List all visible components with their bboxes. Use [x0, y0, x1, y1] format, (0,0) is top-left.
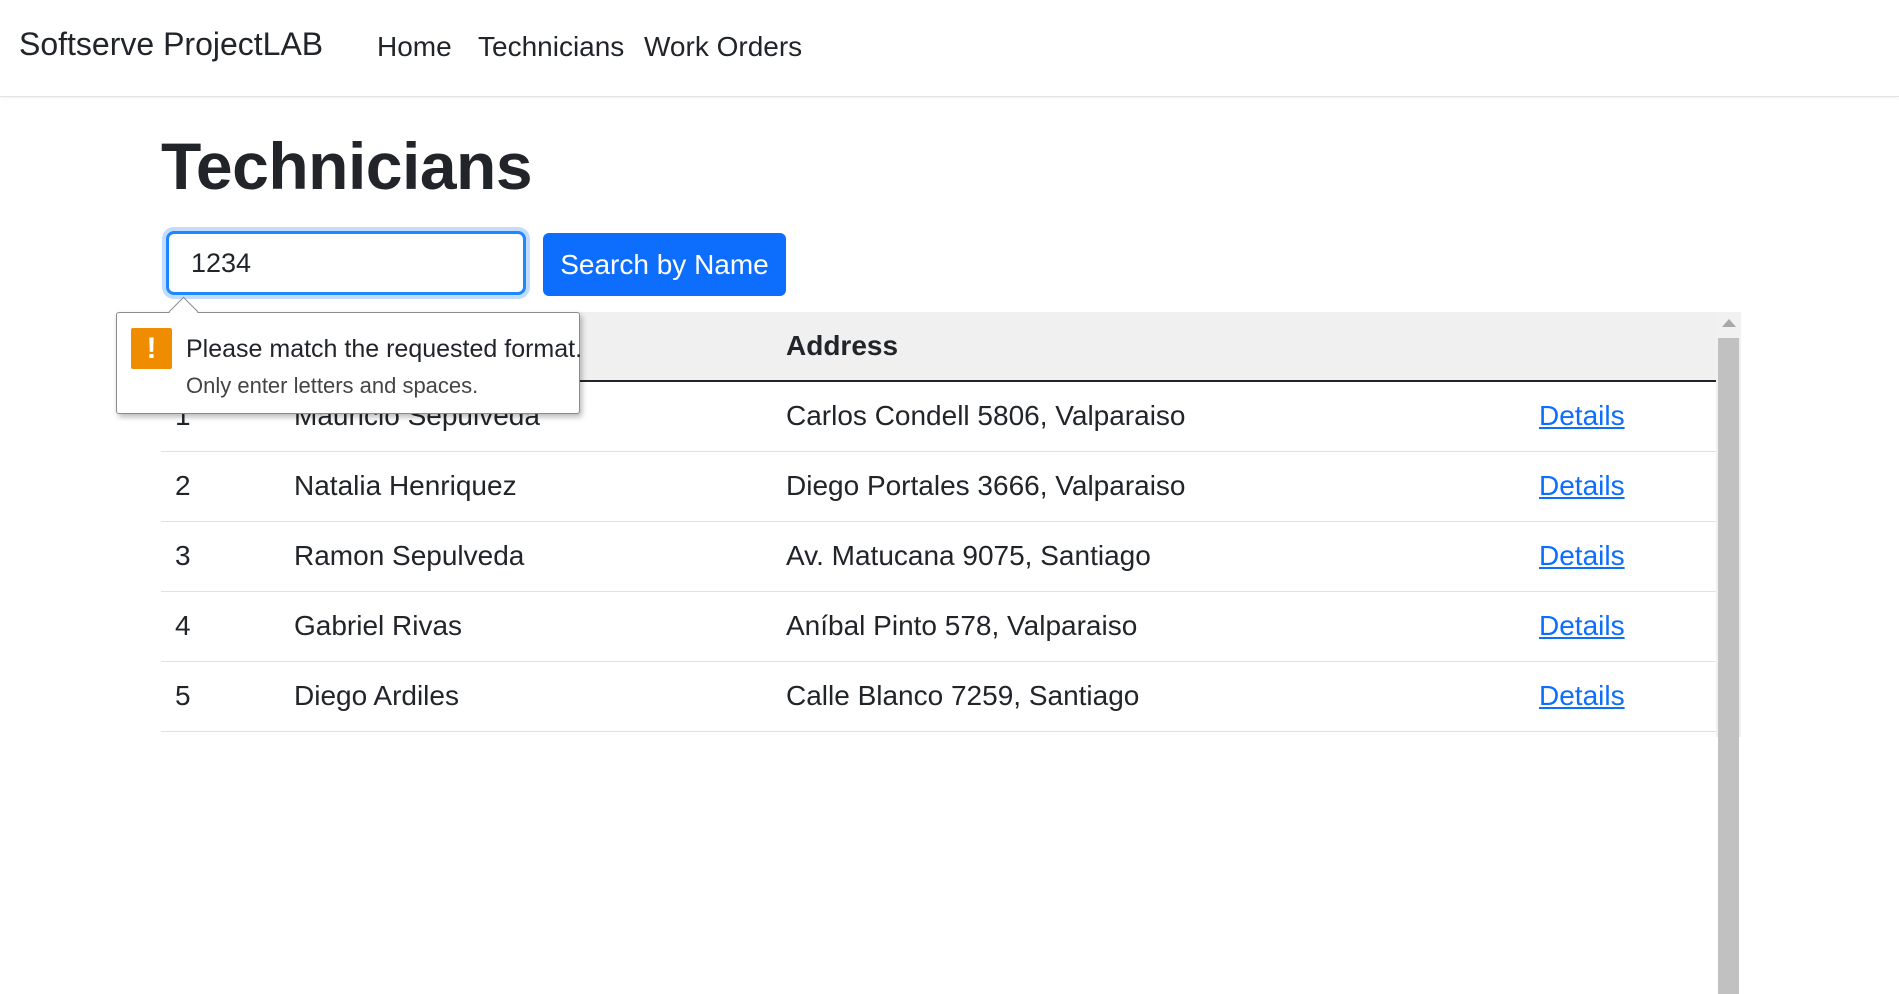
details-link[interactable]: Details [1539, 610, 1625, 641]
cell-name: Diego Ardiles [294, 680, 459, 711]
page-title: Technicians [161, 129, 533, 203]
cell-name: Natalia Henriquez [294, 470, 517, 501]
cell-name: Ramon Sepulveda [294, 540, 525, 571]
details-link[interactable]: Details [1539, 680, 1625, 711]
details-link[interactable]: Details [1539, 540, 1625, 571]
table-row: 4 Gabriel Rivas Aníbal Pinto 578, Valpar… [161, 591, 1716, 661]
table-row: 3 Ramon Sepulveda Av. Matucana 9075, San… [161, 521, 1716, 591]
cell-id: 3 [175, 540, 191, 571]
details-link[interactable]: Details [1539, 470, 1625, 501]
table-scrollbar[interactable] [1716, 312, 1741, 994]
cell-id: 4 [175, 610, 191, 641]
cell-address: Diego Portales 3666, Valparaiso [786, 470, 1186, 501]
cell-id: 2 [175, 470, 191, 501]
scrollbar-thumb[interactable] [1718, 338, 1739, 994]
validation-message: Please match the requested format. [186, 335, 583, 363]
validation-tooltip: ! Please match the requested format. Onl… [116, 296, 583, 414]
nav-technicians[interactable]: Technicians [478, 31, 624, 63]
cell-address: Carlos Condell 5806, Valparaiso [786, 400, 1186, 432]
search-by-name-button[interactable]: Search by Name [543, 233, 786, 296]
scroll-up-arrow-icon[interactable] [1722, 319, 1736, 327]
search-input[interactable] [166, 231, 526, 295]
validation-hint: Only enter letters and spaces. [186, 373, 479, 398]
cell-id: 5 [175, 680, 191, 711]
cell-name: Gabriel Rivas [294, 610, 463, 641]
brand-link[interactable]: Softserve ProjectLAB [19, 26, 323, 63]
table-row: 2 Natalia Henriquez Diego Portales 3666,… [161, 451, 1716, 521]
table-row: 5 Diego Ardiles Calle Blanco 7259, Santi… [161, 661, 1716, 731]
warning-icon: ! [131, 328, 172, 369]
cell-address: Aníbal Pinto 578, Valparaiso [786, 610, 1138, 641]
cell-address: Calle Blanco 7259, Santiago [786, 680, 1140, 711]
nav-work-orders[interactable]: Work Orders [644, 31, 802, 63]
column-header-address: Address [772, 312, 1525, 382]
cell-address: Av. Matucana 9075, Santiago [786, 540, 1151, 571]
navbar: Softserve ProjectLAB Home Technicians Wo… [0, 0, 1899, 97]
details-link[interactable]: Details [1539, 400, 1625, 431]
column-header-actions [1525, 312, 1716, 382]
tooltip-pointer [168, 296, 199, 327]
nav-home[interactable]: Home [377, 31, 452, 63]
